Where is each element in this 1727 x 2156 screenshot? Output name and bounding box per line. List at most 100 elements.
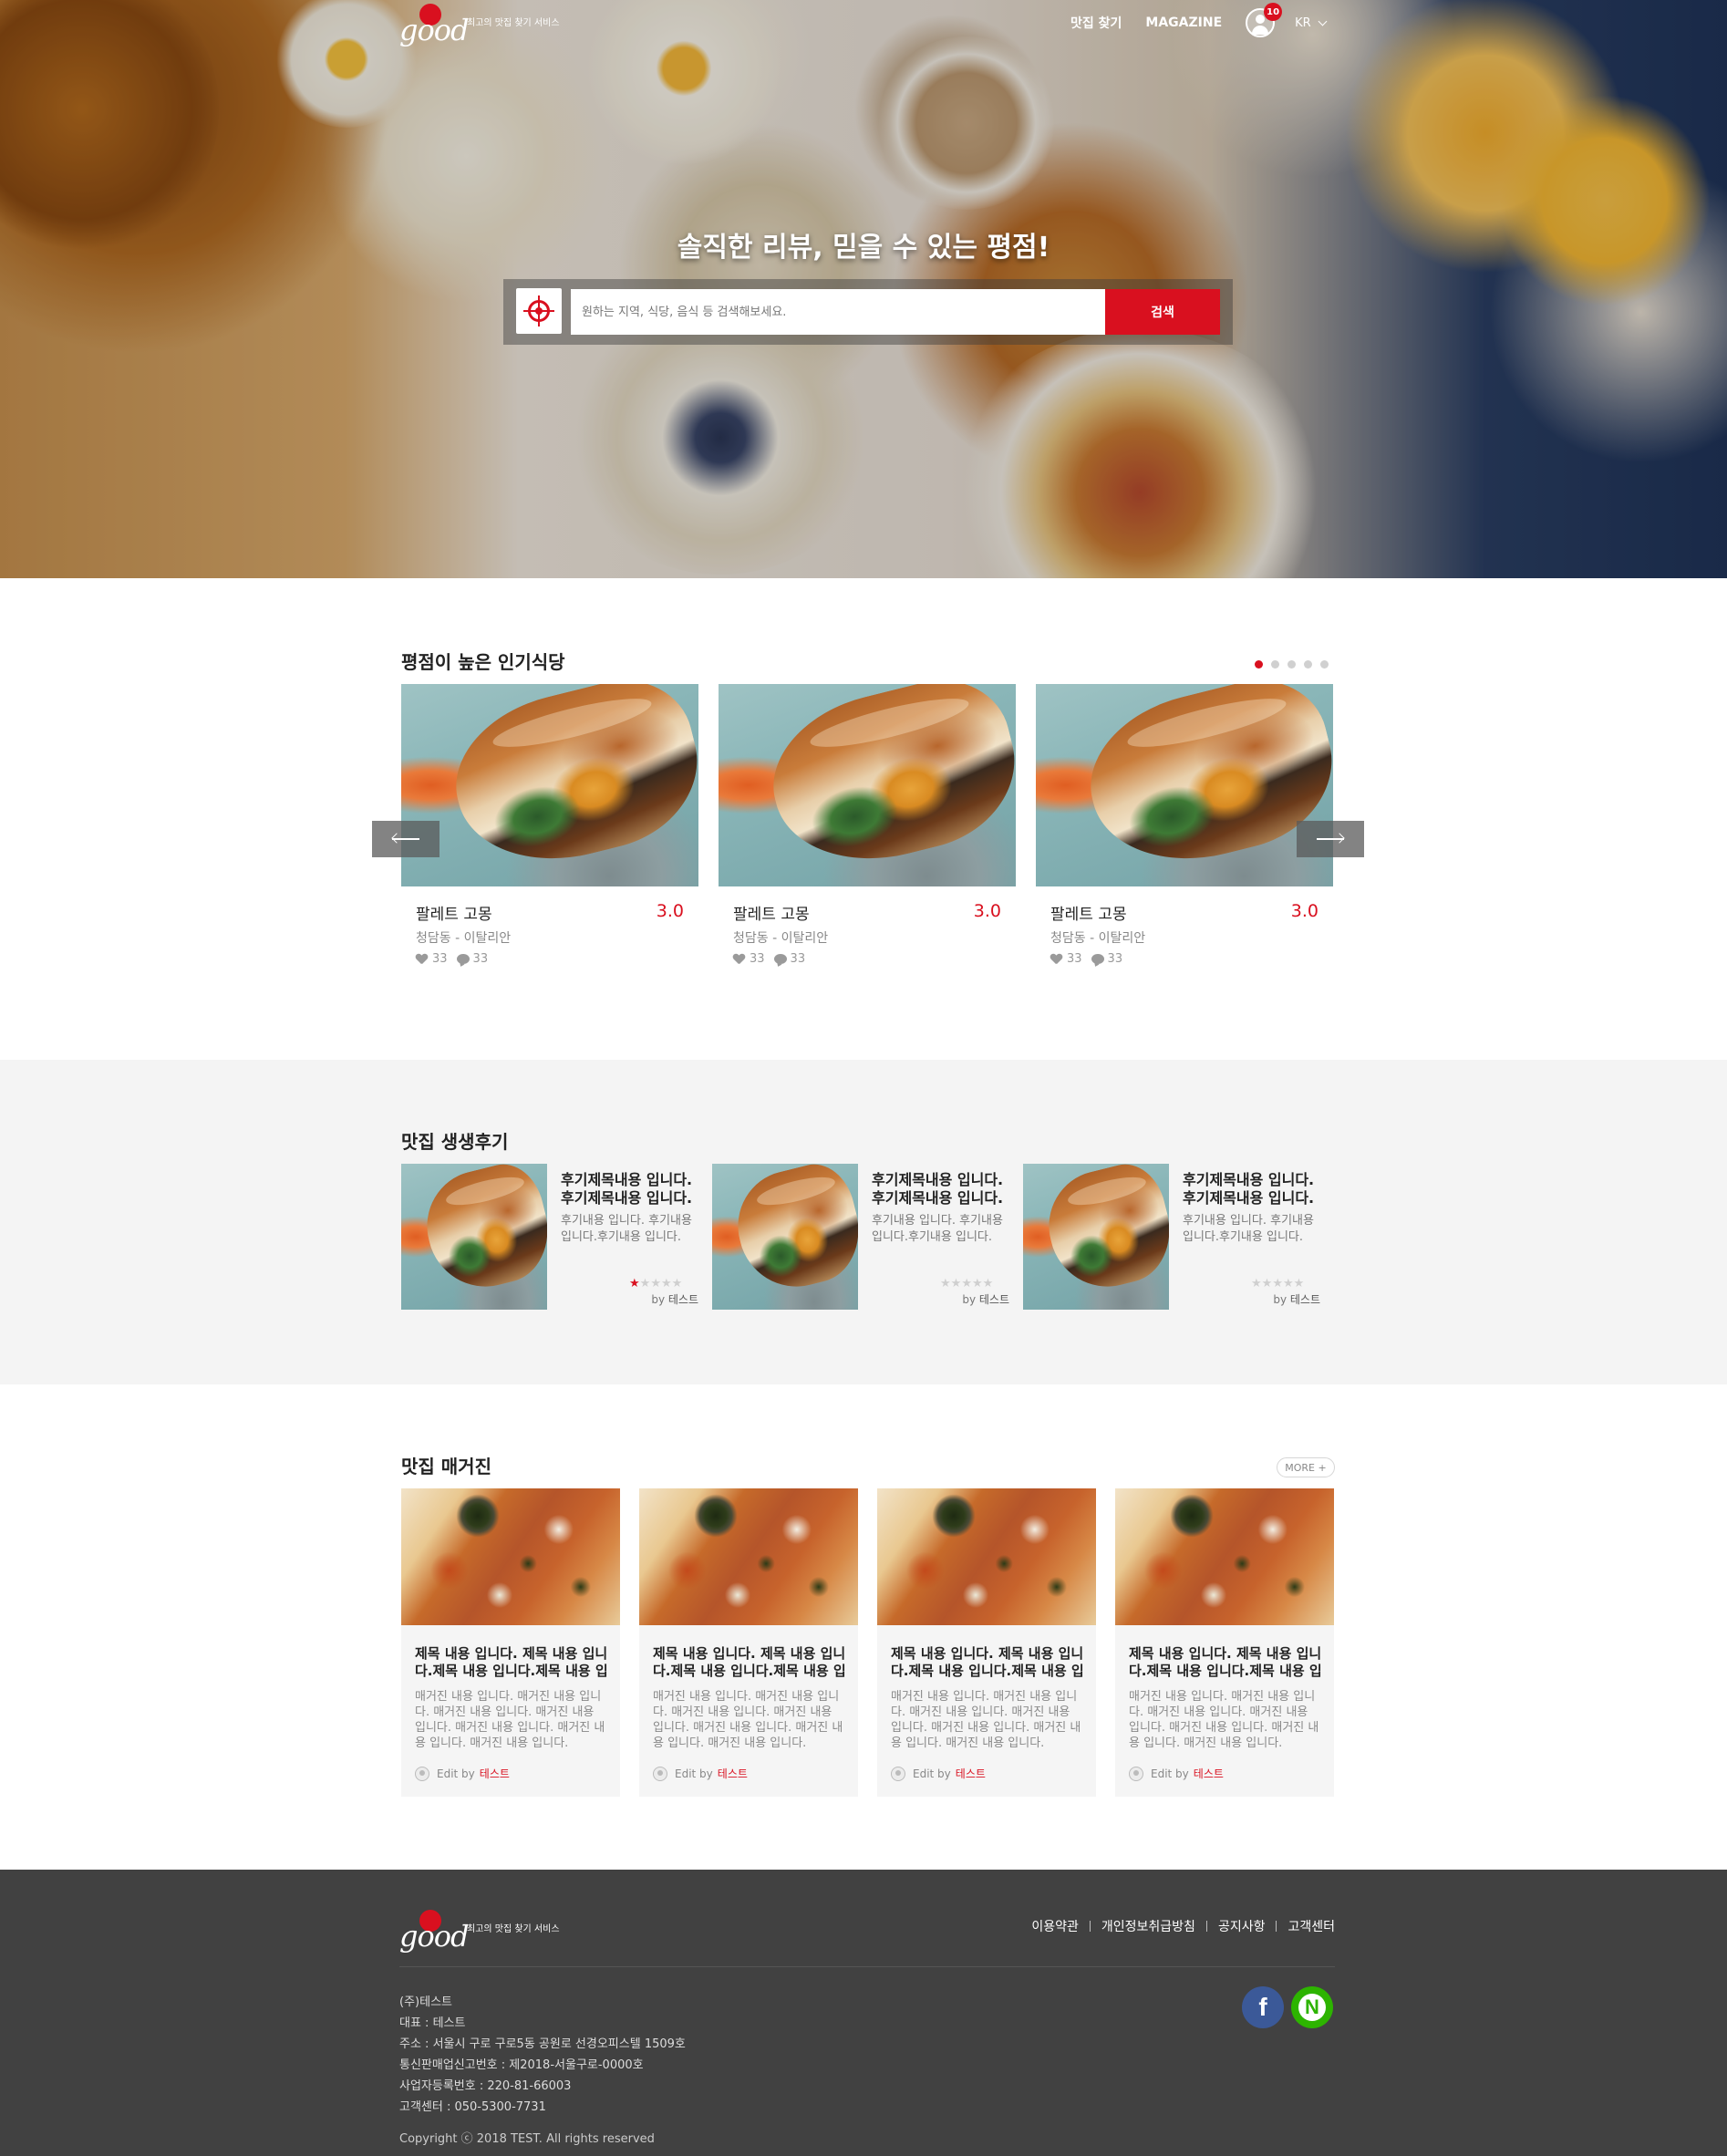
review-card[interactable]: 후기제목내용 입니다. 후기제목내용 입니다. 후기내용 입니다. 후기내용 입… <box>1023 1164 1320 1311</box>
star-icon: ★ <box>982 1277 994 1290</box>
footer-link-notice[interactable]: 공지사항 <box>1218 1917 1266 1935</box>
restaurant-name: 팔레트 고몽 <box>1050 906 1127 924</box>
magazine-body: 매거진 내용 입니다. 매거진 내용 입니다. 매거진 내용 입니다. 매거진 … <box>1129 1690 1319 1750</box>
language-selector[interactable]: KR <box>1295 16 1328 30</box>
logo-mark: good <box>399 4 469 47</box>
divider <box>1089 1921 1091 1932</box>
pager-dot-5[interactable] <box>1320 660 1329 669</box>
editor-name[interactable]: 테스트 <box>718 1766 748 1781</box>
footer-link-terms[interactable]: 이용약관 <box>1031 1917 1079 1935</box>
comment-count: 33 <box>790 952 806 966</box>
review-by-label: by <box>651 1293 666 1306</box>
editor-name[interactable]: 테스트 <box>1194 1766 1224 1781</box>
review-body: 후기내용 입니다. 후기내용 입니다.후기내용 입니다. <box>872 1214 1003 1244</box>
arrow-right-tip <box>1334 833 1345 844</box>
review-by-label: by <box>1273 1293 1287 1306</box>
editor-name[interactable]: 테스트 <box>956 1766 986 1781</box>
nav-find-restaurant[interactable]: 맛집 찾기 <box>1070 14 1122 32</box>
review-author: by 테스트 <box>1273 1291 1320 1307</box>
company-business-reg: 사업자등록번호 : 220-81-66003 <box>399 2079 572 2093</box>
magazine-title: 제목 내용 입니다. 제목 내용 입니다.제목 내용 입니다.제목 내용 입니다… <box>415 1645 608 1679</box>
logo-mark: good <box>399 1910 469 1954</box>
review-photo <box>401 1164 547 1310</box>
search-button[interactable]: 검색 <box>1105 289 1220 335</box>
review-card[interactable]: 후기제목내용 입니다. 후기제목내용 입니다. 후기내용 입니다. 후기내용 입… <box>401 1164 698 1311</box>
review-title: 후기제목내용 입니다. 후기제목내용 입니다. <box>1183 1171 1315 1207</box>
restaurant-stats: 33 33 <box>1050 952 1122 966</box>
footer-tagline: 최고의 맛집 찾기 서비스 <box>467 1923 560 1934</box>
like-count: 33 <box>432 952 448 966</box>
logo-tagline: 최고의 맛집 찾기 서비스 <box>467 17 560 28</box>
restaurant-card[interactable]: 팔레트 고몽 3.0 청담동 - 이탈리안 33 33 <box>401 684 698 976</box>
editor-name[interactable]: 테스트 <box>480 1766 510 1781</box>
pager-dot-4[interactable] <box>1304 660 1312 669</box>
language-label: KR <box>1295 16 1311 30</box>
star-icon: ★ <box>1282 1277 1294 1290</box>
carousel-next-button[interactable] <box>1297 821 1364 857</box>
comment-count: 33 <box>1107 952 1123 966</box>
current-location-button[interactable] <box>516 288 562 334</box>
pager-dot-2[interactable] <box>1271 660 1279 669</box>
popular-section-title: 평점이 높은 인기식당 <box>401 651 565 673</box>
star-icon: ★ <box>961 1277 972 1290</box>
magazine-more-button[interactable]: MORE + <box>1277 1457 1335 1477</box>
nav-magazine[interactable]: MAGAZINE <box>1145 16 1222 30</box>
like-count: 33 <box>750 952 765 966</box>
carousel-prev-button[interactable] <box>372 821 440 857</box>
edit-by-label: Edit by <box>437 1767 475 1780</box>
star-icon: ★ <box>950 1277 962 1290</box>
edit-by-label: Edit by <box>1151 1767 1189 1780</box>
company-ecommerce-reg: 통신판매업신고번호 : 제2018-서울구로-0000호 <box>399 2058 644 2072</box>
restaurant-name: 팔레트 고몽 <box>733 906 810 924</box>
carousel-pager <box>1255 660 1337 669</box>
review-rating-stars: ★★★★★ <box>940 1277 993 1290</box>
comment-icon <box>456 954 470 964</box>
review-photo <box>712 1164 858 1310</box>
divider <box>1276 1921 1277 1932</box>
star-icon: ★ <box>1293 1277 1305 1290</box>
comment-count: 33 <box>472 952 489 966</box>
heart-icon <box>1050 954 1062 965</box>
divider <box>1205 1921 1207 1932</box>
magazine-card[interactable]: 제목 내용 입니다. 제목 내용 입니다.제목 내용 입니다.제목 내용 입니다… <box>401 1488 620 1797</box>
heart-icon <box>416 954 428 965</box>
magazine-card[interactable]: 제목 내용 입니다. 제목 내용 입니다.제목 내용 입니다.제목 내용 입니다… <box>639 1488 858 1797</box>
comment-icon <box>1091 954 1104 964</box>
restaurant-card[interactable]: 팔레트 고몽 3.0 청담동 - 이탈리안 33 33 <box>719 684 1016 976</box>
star-icon: ★ <box>650 1277 661 1290</box>
restaurant-meta: 청담동 - 이탈리안 <box>1050 931 1146 946</box>
star-icon: ★ <box>1272 1277 1283 1290</box>
hero-title: 솔직한 리뷰, 믿을 수 있는 평점! <box>677 232 1050 264</box>
naver-icon[interactable]: N <box>1291 1986 1333 2028</box>
review-card[interactable]: 후기제목내용 입니다. 후기제목내용 입니다. 후기내용 입니다. 후기내용 입… <box>712 1164 1009 1311</box>
star-icon: ★ <box>660 1277 672 1290</box>
site-logo[interactable]: good 최고의 맛집 찾기 서비스 <box>399 2 564 47</box>
search-input[interactable] <box>571 289 1105 335</box>
user-account-button[interactable]: 10 <box>1246 3 1283 37</box>
magazine-photo <box>877 1488 1096 1625</box>
pager-dot-1[interactable] <box>1255 660 1263 669</box>
magazine-card[interactable]: 제목 내용 입니다. 제목 내용 입니다.제목 내용 입니다.제목 내용 입니다… <box>1115 1488 1334 1797</box>
footer-links: 이용약관 개인정보취급방침 공지사항 고객센터 <box>1031 1917 1335 1935</box>
facebook-icon[interactable]: f <box>1242 1986 1284 2028</box>
footer-link-support[interactable]: 고객센터 <box>1287 1917 1335 1935</box>
location-dot-icon <box>535 307 543 315</box>
magazine-card[interactable]: 제목 내용 입니다. 제목 내용 입니다.제목 내용 입니다.제목 내용 입니다… <box>877 1488 1096 1797</box>
footer-divider <box>399 1966 1335 1967</box>
review-author-name: 테스트 <box>667 1293 698 1306</box>
magazine-photo <box>401 1488 620 1625</box>
restaurant-card[interactable]: 팔레트 고몽 3.0 청담동 - 이탈리안 33 33 <box>1036 684 1333 976</box>
magazine-editor: Edit by 테스트 <box>1129 1766 1224 1781</box>
star-icon: ★ <box>971 1277 983 1290</box>
review-author-name: 테스트 <box>978 1293 1009 1306</box>
magazine-editor: Edit by 테스트 <box>891 1766 986 1781</box>
review-author: by 테스트 <box>962 1291 1009 1307</box>
arrow-left-tip <box>391 833 402 844</box>
review-by-label: by <box>962 1293 977 1306</box>
magazine-body: 매거진 내용 입니다. 매거진 내용 입니다. 매거진 내용 입니다. 매거진 … <box>891 1690 1081 1750</box>
restaurant-stats: 33 33 <box>733 952 805 966</box>
footer-link-privacy[interactable]: 개인정보취급방침 <box>1101 1917 1195 1935</box>
footer-logo[interactable]: good 최고의 맛집 찾기 서비스 <box>399 1908 582 1954</box>
pager-dot-3[interactable] <box>1287 660 1296 669</box>
comment-icon <box>773 954 787 964</box>
